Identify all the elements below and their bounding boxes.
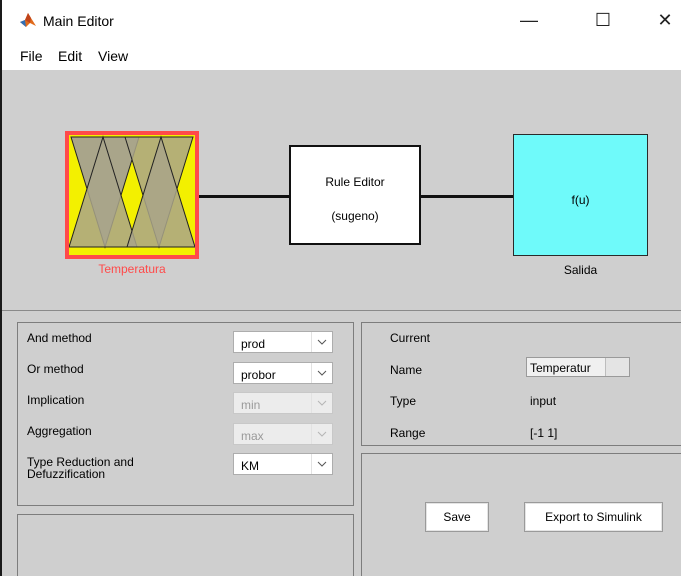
chevron-down-icon: [311, 454, 332, 474]
and-method-label: And method: [27, 331, 92, 345]
chevron-down-icon: [311, 363, 332, 383]
range-label: Range: [390, 426, 426, 440]
variable-name-field[interactable]: Temperatur: [526, 357, 630, 377]
range-value: [-1 1]: [530, 426, 558, 440]
connector-line: [199, 195, 289, 198]
window-title: Main Editor: [43, 13, 114, 29]
name-field-handle: [605, 358, 629, 376]
matlab-icon: [19, 12, 37, 28]
rule-editor-block[interactable]: Rule Editor (sugeno): [289, 145, 421, 245]
or-method-select[interactable]: probor: [233, 362, 333, 384]
menu-view[interactable]: View: [98, 48, 128, 64]
type-reduction-label-line2: Defuzzification: [27, 467, 106, 481]
export-to-simulink-button[interactable]: Export to Simulink: [524, 502, 663, 532]
type-reduction-select[interactable]: KM: [233, 453, 333, 475]
title-bar: Main Editor — ☐ ✕: [2, 0, 681, 40]
connector-line: [421, 195, 513, 198]
implication-select: min: [233, 392, 333, 414]
menu-file[interactable]: File: [20, 48, 43, 64]
aggregation-label: Aggregation: [27, 424, 92, 438]
membership-functions-icon: [69, 135, 195, 249]
chevron-down-icon: [311, 424, 332, 444]
close-button[interactable]: ✕: [650, 8, 680, 32]
menu-bar: File Edit View: [2, 40, 681, 70]
chevron-down-icon: [311, 393, 332, 413]
type-value: input: [530, 394, 557, 408]
save-button[interactable]: Save: [425, 502, 489, 532]
current-heading: Current: [390, 331, 431, 345]
rule-editor-type: (sugeno): [331, 209, 379, 223]
status-panel: [17, 514, 354, 576]
output-function-label: f(u): [571, 193, 590, 207]
type-label: Type: [390, 394, 417, 408]
menu-edit[interactable]: Edit: [58, 48, 82, 64]
output-variable-block[interactable]: f(u): [513, 134, 648, 256]
input-variable-block[interactable]: [65, 131, 199, 259]
rule-editor-title: Rule Editor: [325, 175, 385, 189]
chevron-down-icon: [311, 332, 332, 352]
input-variable-label: Temperatura: [98, 262, 166, 276]
name-label: Name: [390, 363, 423, 377]
output-variable-label: Salida: [563, 263, 598, 277]
maximize-button[interactable]: ☐: [588, 8, 618, 32]
divider: [2, 310, 681, 311]
and-method-select[interactable]: prod: [233, 331, 333, 353]
aggregation-select: max: [233, 423, 333, 445]
implication-label: Implication: [27, 393, 85, 407]
minimize-button[interactable]: —: [514, 8, 544, 32]
or-method-label: Or method: [27, 362, 84, 376]
main-editor-window: Main Editor — ☐ ✕ File Edit View Tempera…: [0, 0, 681, 576]
